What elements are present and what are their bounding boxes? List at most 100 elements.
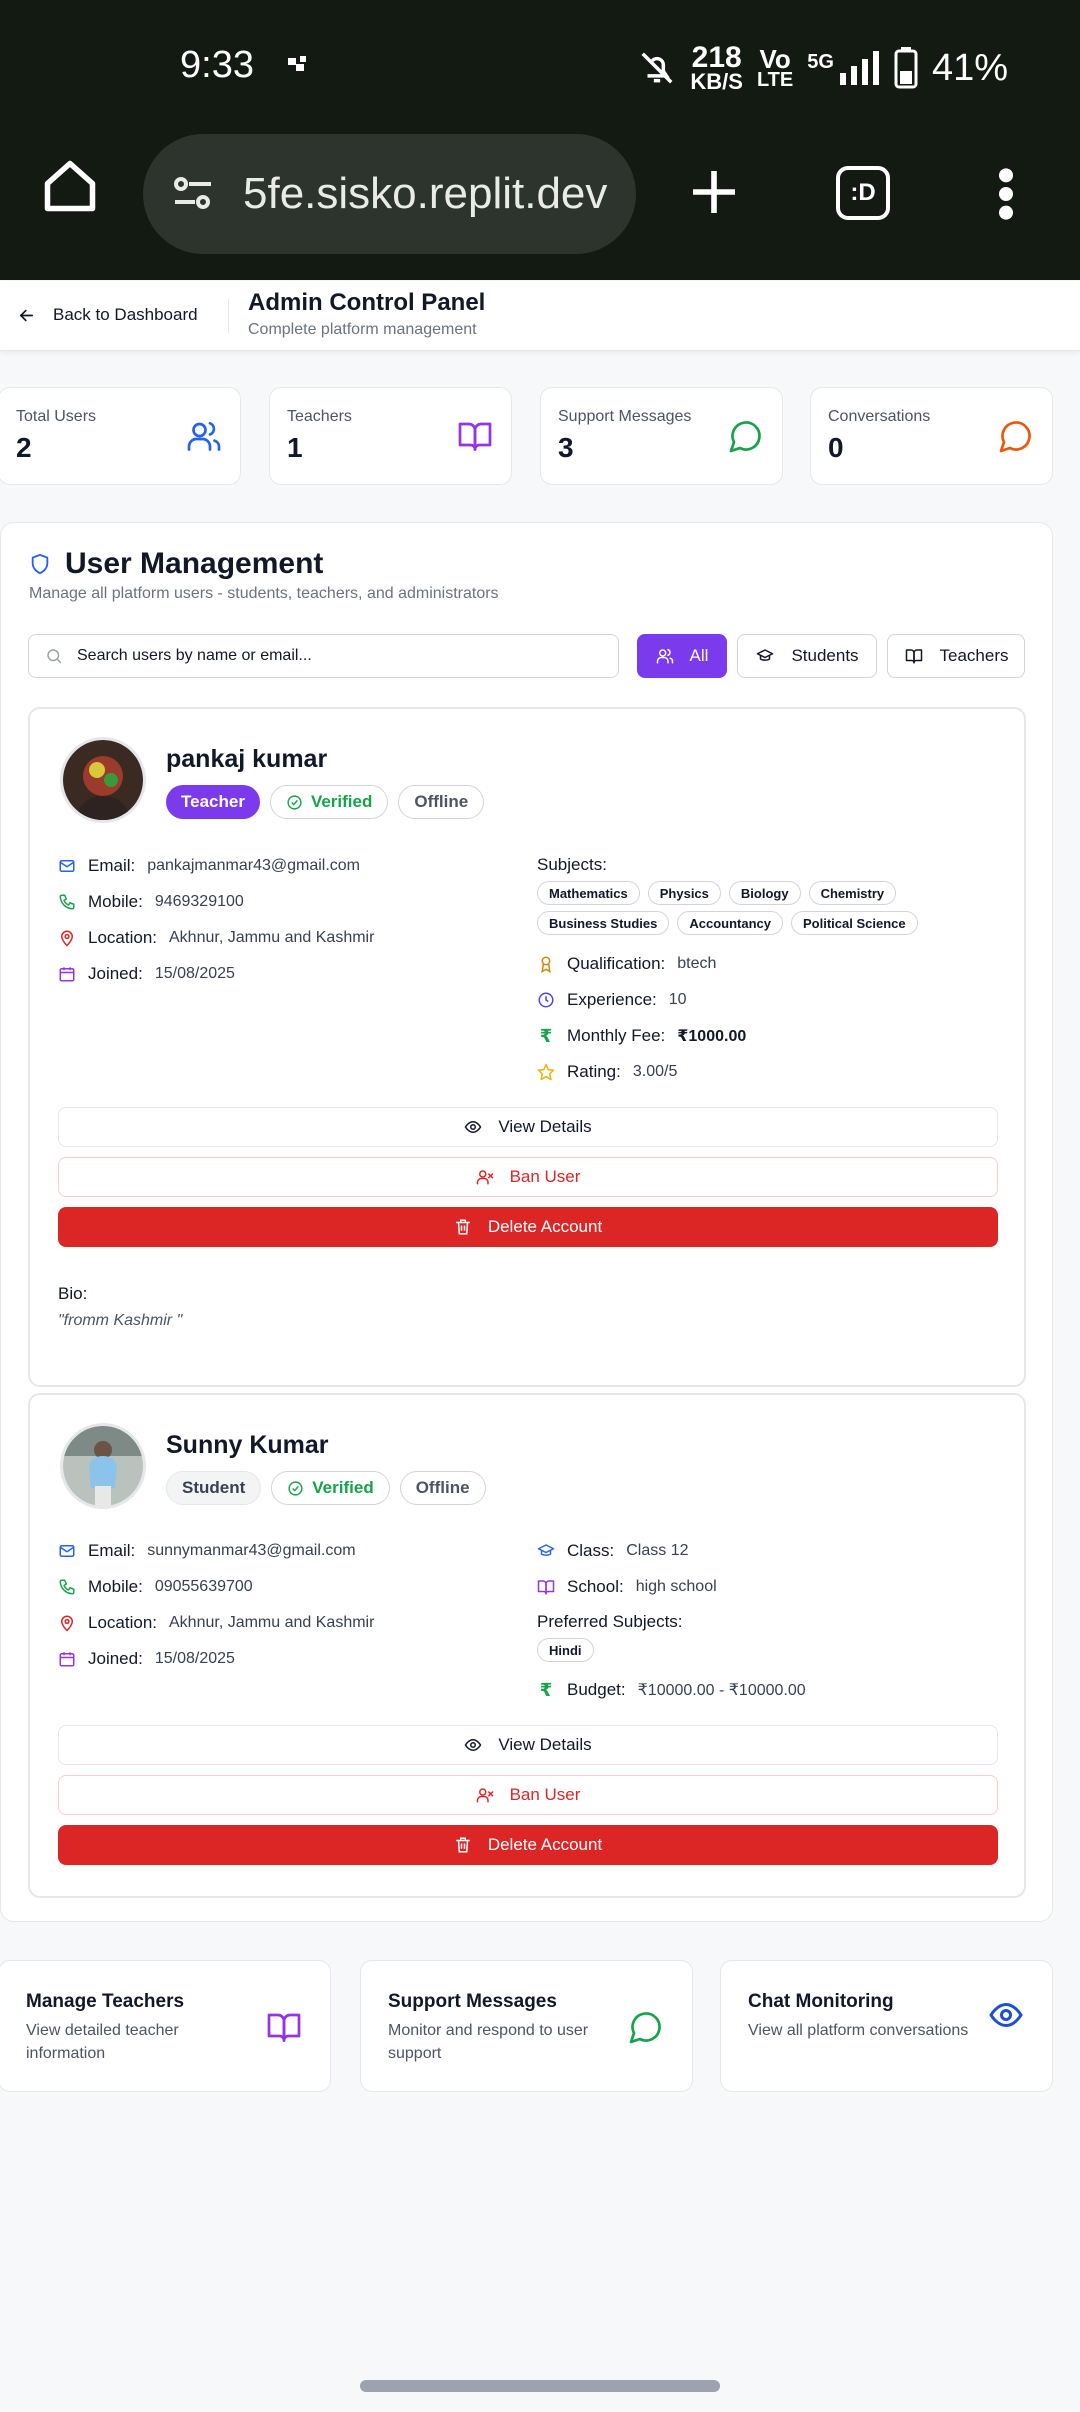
experience-row: Experience: 10 xyxy=(537,988,687,1012)
bio-text: "fromm Kashmir " xyxy=(58,1312,183,1329)
user-name: Sunny Kumar xyxy=(166,1431,329,1459)
user-x-icon xyxy=(476,1786,494,1804)
eye-icon xyxy=(464,1736,482,1754)
user-badges: Student Verified Offline xyxy=(166,1471,486,1505)
book-open-icon xyxy=(266,2009,302,2045)
phone-icon xyxy=(58,893,76,911)
filter-all-button[interactable]: All xyxy=(637,634,727,678)
site-settings-icon[interactable] xyxy=(169,170,217,218)
url-text[interactable]: 5fe.sisko.replit.dev xyxy=(243,169,607,219)
subject-chip: Chemistry xyxy=(808,881,897,905)
school-row: School: high school xyxy=(537,1575,717,1599)
filter-students-button[interactable]: Students xyxy=(737,634,877,678)
view-details-button[interactable]: View Details xyxy=(58,1107,998,1147)
location-row: Location: Akhnur, Jammu and Kashmir xyxy=(58,926,374,950)
check-circle-icon xyxy=(287,1480,304,1497)
support-messages-card[interactable]: Support Messages Monitor and respond to … xyxy=(360,1960,693,2092)
subject-chip: Biology xyxy=(728,881,801,905)
message-circle-icon xyxy=(628,2009,664,2045)
search-input[interactable] xyxy=(77,647,597,665)
app-header: Back to Dashboard Admin Control Panel Co… xyxy=(0,281,1080,351)
manage-teachers-card[interactable]: Manage Teachers View detailed teacher in… xyxy=(0,1960,331,2092)
address-bar[interactable]: 5fe.sisko.replit.dev xyxy=(143,134,636,254)
subject-chip: Accountancy xyxy=(677,911,784,935)
verified-badge: Verified xyxy=(269,785,389,819)
users-icon xyxy=(186,418,222,454)
book-open-icon xyxy=(904,647,924,665)
signal-icon: 5G xyxy=(807,51,880,85)
user-card: Sunny Kumar Student Verified Offline Ema… xyxy=(28,1393,1026,1898)
battery-percent: 41% xyxy=(931,46,1008,89)
map-pin-icon xyxy=(58,1614,76,1632)
battery-icon xyxy=(894,47,918,89)
user-badges: Teacher Verified Offline xyxy=(166,785,485,819)
stat-teachers: Teachers 1 xyxy=(269,387,512,485)
search-icon xyxy=(45,647,63,665)
home-icon[interactable] xyxy=(40,156,100,216)
delete-account-button[interactable]: Delete Account xyxy=(58,1207,998,1247)
view-details-button[interactable]: View Details xyxy=(58,1725,998,1765)
user-card: pankaj kumar Teacher Verified Offline Em… xyxy=(28,707,1026,1387)
class-row: Class: Class 12 xyxy=(537,1539,688,1563)
qualification-row: Qualification: btech xyxy=(537,952,716,976)
subject-chip: Mathematics xyxy=(537,881,640,905)
filter-teachers-button[interactable]: Teachers xyxy=(887,634,1025,678)
browser-chrome: 9:33 218 KB/S Vo LTE 5G 41% 5fe.sisko.re… xyxy=(0,0,1080,280)
budget-row: ₹ Budget: ₹10000.00 - ₹10000.00 xyxy=(537,1678,806,1702)
ban-user-button[interactable]: Ban User xyxy=(58,1157,998,1197)
gesture-bar[interactable] xyxy=(360,2380,720,2392)
browser-toolbar: 5fe.sisko.replit.dev :D xyxy=(0,134,1080,254)
role-badge: Student xyxy=(166,1471,262,1505)
calendar-icon xyxy=(58,965,76,983)
page-subtitle: Complete platform management xyxy=(248,321,477,338)
chat-monitoring-card[interactable]: Chat Monitoring View all platform conver… xyxy=(720,1960,1053,2092)
joined-row: Joined: 15/08/2025 xyxy=(58,962,235,986)
subject-chip: Political Science xyxy=(791,911,918,935)
email-row: Email: pankajmanmar43@gmail.com xyxy=(58,854,360,878)
joined-row: Joined: 15/08/2025 xyxy=(58,1647,235,1671)
eye-icon xyxy=(464,1118,482,1136)
stats-row: Total Users 2 Teachers 1 Support Message… xyxy=(0,387,1080,485)
new-tab-icon[interactable] xyxy=(686,164,742,220)
more-vert-icon[interactable] xyxy=(994,166,1018,222)
rupee-icon: ₹ xyxy=(539,1025,553,1046)
tab-switcher-button[interactable]: :D xyxy=(836,166,890,220)
section-subtitle: Manage all platform users - students, te… xyxy=(29,585,499,602)
preferred-subjects-label: Preferred Subjects: xyxy=(537,1612,683,1631)
mail-icon xyxy=(58,857,76,875)
book-open-icon xyxy=(537,1578,555,1596)
presence-badge: Offline xyxy=(399,1471,486,1505)
stat-total-users: Total Users 2 xyxy=(0,387,241,485)
graduation-cap-icon xyxy=(537,1542,555,1560)
calendar-icon xyxy=(58,1650,76,1668)
verified-badge: Verified xyxy=(271,1471,390,1505)
bio-label: Bio: xyxy=(58,1284,88,1303)
mail-icon xyxy=(58,1542,76,1560)
avatar xyxy=(60,1423,146,1509)
search-box[interactable] xyxy=(28,634,619,678)
net-speed: 218 KB/S xyxy=(690,41,743,94)
graduation-cap-icon xyxy=(755,647,775,665)
message-circle-icon xyxy=(728,418,764,454)
delete-account-button[interactable]: Delete Account xyxy=(58,1825,998,1865)
location-row: Location: Akhnur, Jammu and Kashmir xyxy=(58,1611,374,1635)
subject-chips: Mathematics Physics Biology Chemistry Bu… xyxy=(537,881,1007,935)
status-time: 9:33 xyxy=(180,44,254,86)
star-icon xyxy=(537,1063,555,1081)
notification-icon xyxy=(288,56,310,76)
subject-chip: Hindi xyxy=(537,1638,594,1662)
mobile-row: Mobile: 9469329100 xyxy=(58,890,244,914)
back-to-dashboard-button[interactable]: Back to Dashboard xyxy=(18,295,198,335)
arrow-left-icon xyxy=(18,307,35,324)
page-title: Admin Control Panel xyxy=(248,289,486,316)
clock-icon xyxy=(537,991,555,1009)
stat-support-messages: Support Messages 3 xyxy=(540,387,783,485)
trash-icon xyxy=(454,1836,472,1854)
ban-user-button[interactable]: Ban User xyxy=(58,1775,998,1815)
rating-row: Rating: 3.00/5 xyxy=(537,1060,677,1084)
message-circle-icon xyxy=(998,418,1034,454)
shield-icon xyxy=(29,552,51,576)
status-icons: 218 KB/S Vo LTE 5G 41% xyxy=(638,41,1008,94)
map-pin-icon xyxy=(58,929,76,947)
book-open-icon xyxy=(457,418,493,454)
